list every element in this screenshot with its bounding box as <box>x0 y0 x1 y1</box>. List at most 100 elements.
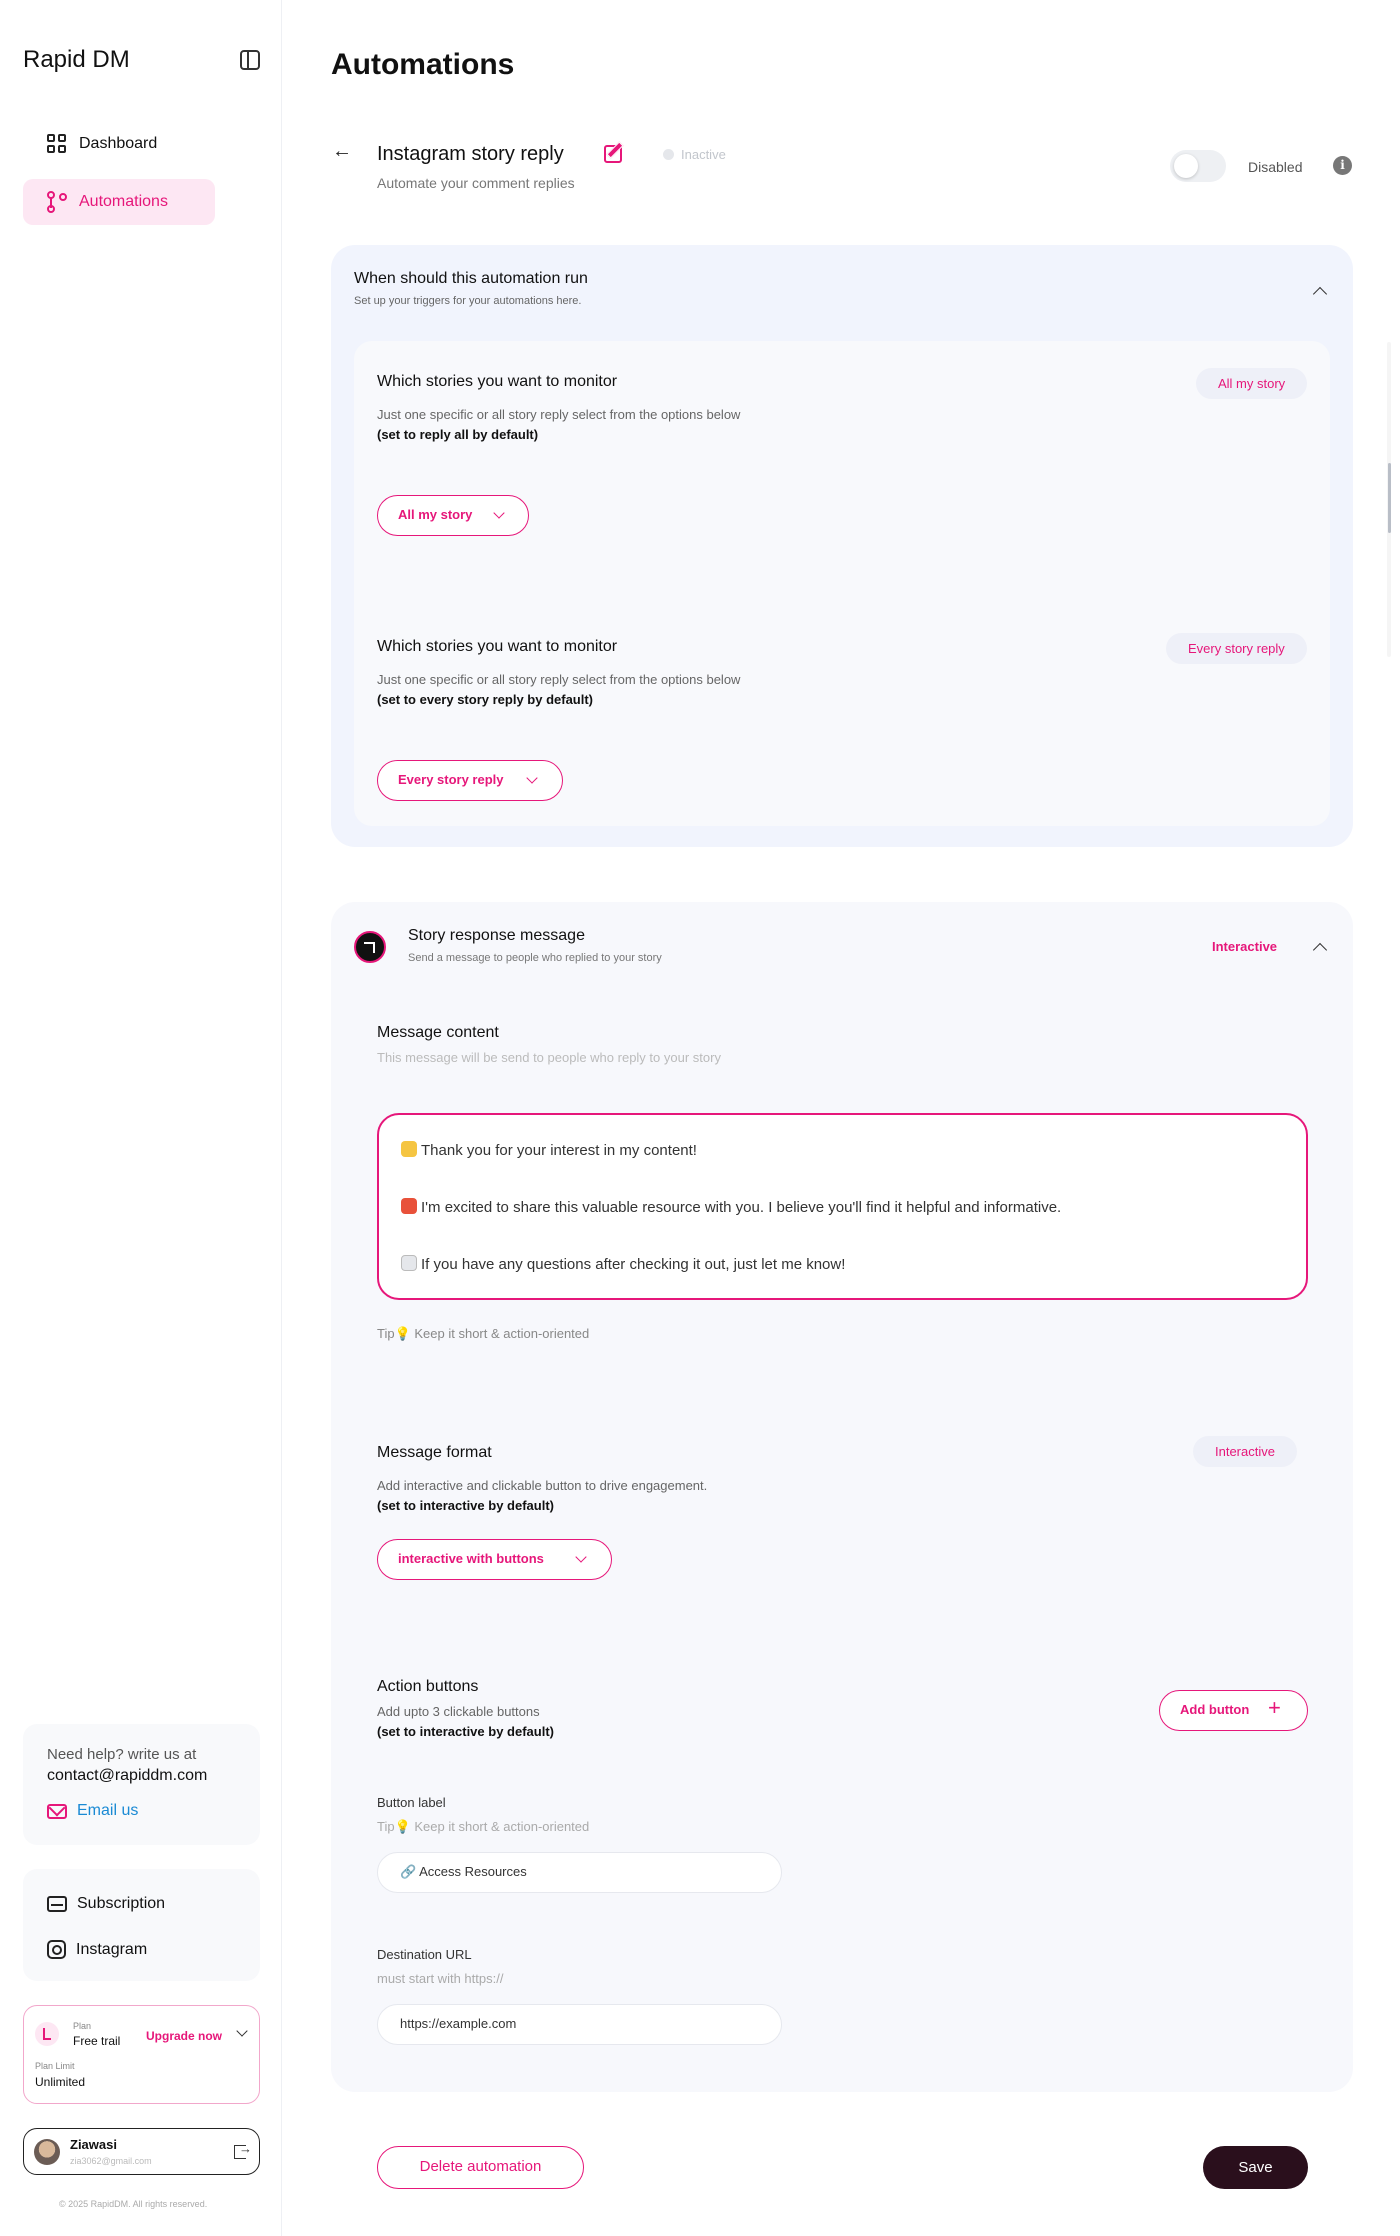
button-label-tip: Tip💡 Keep it short & action-oriented <box>377 1819 590 1834</box>
destination-url-hint: must start with https:// <box>377 1971 504 1986</box>
links-card: Subscription Instagram <box>23 1869 260 1981</box>
message-content-hint: This message will be send to people who … <box>377 1050 721 1065</box>
instagram-label: Instagram <box>76 1940 148 1958</box>
story-scope-select-value: All my story <box>398 507 473 522</box>
message-line-text: Thank you for your interest in my conten… <box>421 1142 697 1159</box>
save-button[interactable]: Save <box>1203 2146 1308 2189</box>
chevron-up-icon[interactable] <box>1312 942 1328 958</box>
delete-automation-button[interactable]: Delete automation <box>377 2146 584 2189</box>
scrollbar-thumb[interactable] <box>1388 463 1391 533</box>
trigger-panel-body: Which stories you want to monitor All my… <box>354 341 1330 826</box>
email-us-link[interactable]: Email us <box>47 1802 138 1820</box>
chevron-down-icon <box>575 1551 587 1563</box>
response-panel-title: Story response message <box>408 927 585 944</box>
message-line-text: I'm excited to share this valuable resou… <box>421 1199 1062 1216</box>
monitor-section-title: Which stories you want to monitor <box>377 638 618 655</box>
button-label-input[interactable]: 🔗 Access Resources <box>377 1852 782 1893</box>
action-buttons-default: (set to interactive by default) <box>377 1724 554 1739</box>
destination-url-title: Destination URL <box>377 1947 472 1962</box>
message-format-select-value: interactive with buttons <box>398 1551 544 1566</box>
sidebar: Rapid DM Dashboard Automations Need help… <box>0 0 282 2236</box>
speech-bubble-icon <box>401 1255 417 1271</box>
chevron-down-icon <box>493 507 505 519</box>
upgrade-now-link[interactable]: Upgrade now <box>146 2029 222 2043</box>
plan-limit-value: Unlimited <box>35 2075 86 2089</box>
story-scope-select[interactable]: All my story <box>377 495 529 536</box>
reply-scope-select[interactable]: Every story reply <box>377 760 563 801</box>
back-arrow-icon[interactable]: ← <box>332 140 352 163</box>
trigger-panel-title: When should this automation run <box>354 270 588 287</box>
dashboard-grid-icon <box>47 134 67 154</box>
response-type-badge: Interactive <box>1212 939 1278 954</box>
email-us-label: Email us <box>77 1802 139 1819</box>
sidebar-item-label: Dashboard <box>79 135 158 152</box>
plan-card[interactable]: Plan Free trail Upgrade now Plan Limit U… <box>23 2005 260 2104</box>
instagram-icon <box>47 1940 66 1959</box>
message-content-title: Message content <box>377 1024 499 1041</box>
info-icon[interactable]: i <box>1333 156 1352 175</box>
help-text: Need help? write us at <box>47 1746 197 1763</box>
monitor-section-description: Just one specific or all story reply sel… <box>377 407 741 422</box>
plan-label: Plan <box>73 2021 92 2031</box>
trigger-panel: When should this automation run Set up y… <box>331 245 1353 847</box>
message-line-text: If you have any questions after checking… <box>421 1256 846 1273</box>
action-buttons-description: Add upto 3 clickable buttons <box>377 1704 540 1719</box>
enable-toggle[interactable] <box>1170 150 1226 182</box>
sidebar-item-label: Automations <box>79 193 168 210</box>
message-line: I'm excited to share this valuable resou… <box>401 1198 1061 1216</box>
trigger-panel-subtitle: Set up your triggers for your automation… <box>354 295 582 307</box>
user-email: zia3062@gmail.com <box>70 2156 152 2166</box>
plan-icon <box>35 2022 59 2046</box>
toggle-label: Disabled <box>1248 159 1303 175</box>
button-label-title: Button label <box>377 1795 446 1810</box>
automation-subtitle: Automate your comment replies <box>377 175 575 191</box>
message-textarea[interactable]: Thank you for your interest in my conten… <box>377 1113 1308 1300</box>
automation-name: Instagram story reply <box>377 143 564 165</box>
message-format-description: Add interactive and clickable button to … <box>377 1478 708 1493</box>
reply-scope-select-value: Every story reply <box>398 772 504 787</box>
story-scope-chip: All my story <box>1196 368 1308 399</box>
chevron-up-icon[interactable] <box>1312 286 1328 302</box>
monitor-section-title: Which stories you want to monitor <box>377 373 618 390</box>
message-format-default: (set to interactive by default) <box>377 1498 554 1513</box>
sidebar-toggle-icon[interactable] <box>240 50 260 70</box>
plan-value: Free trail <box>73 2034 121 2048</box>
reply-scope-chip: Every story reply <box>1166 633 1307 664</box>
monitor-section-default: (set to every story reply by default) <box>377 692 594 707</box>
destination-url-input[interactable]: https://example.com <box>377 2004 782 2045</box>
status-dot <box>663 149 674 160</box>
avatar <box>34 2139 60 2165</box>
message-line: If you have any questions after checking… <box>401 1255 845 1273</box>
response-panel-subtitle: Send a message to people who replied to … <box>408 952 662 964</box>
chevron-down-icon[interactable] <box>236 2025 248 2037</box>
user-card: Ziawasi zia3062@gmail.com <box>23 2128 260 2175</box>
monitor-section-description: Just one specific or all story reply sel… <box>377 672 741 687</box>
response-panel: Story response message Send a message to… <box>331 902 1353 2092</box>
action-buttons-title: Action buttons <box>377 1678 479 1695</box>
status-badge: Inactive <box>681 147 726 162</box>
message-format-chip: Interactive <box>1193 1436 1297 1467</box>
instagram-link[interactable]: Instagram <box>47 1940 147 1959</box>
page-title: Automations <box>331 48 515 81</box>
subscription-label: Subscription <box>77 1895 166 1912</box>
logout-icon[interactable] <box>234 2141 252 2159</box>
message-format-select[interactable]: interactive with buttons <box>377 1539 612 1580</box>
brand-name: Rapid DM <box>23 46 130 73</box>
copyright: © 2025 RapidDM. All rights reserved. <box>59 2199 208 2209</box>
user-name: Ziawasi <box>70 2137 117 2152</box>
sidebar-item-automations[interactable]: Automations <box>23 179 215 225</box>
send-icon <box>354 931 386 963</box>
subscription-link[interactable]: Subscription <box>47 1895 165 1913</box>
gift-icon <box>401 1198 417 1214</box>
message-tip: Tip💡 Keep it short & action-oriented <box>377 1326 590 1341</box>
edit-icon[interactable] <box>604 145 622 163</box>
add-button[interactable]: Add button <box>1159 1689 1308 1731</box>
credit-card-icon <box>47 1896 67 1912</box>
plan-limit-label: Plan Limit <box>35 2061 75 2071</box>
party-popper-icon <box>401 1141 417 1157</box>
monitor-section-default: (set to reply all by default) <box>377 427 539 442</box>
message-format-title: Message format <box>377 1444 492 1461</box>
automation-flow-icon <box>47 191 67 213</box>
sidebar-item-dashboard[interactable]: Dashboard <box>23 121 215 167</box>
mail-icon <box>47 1803 67 1819</box>
